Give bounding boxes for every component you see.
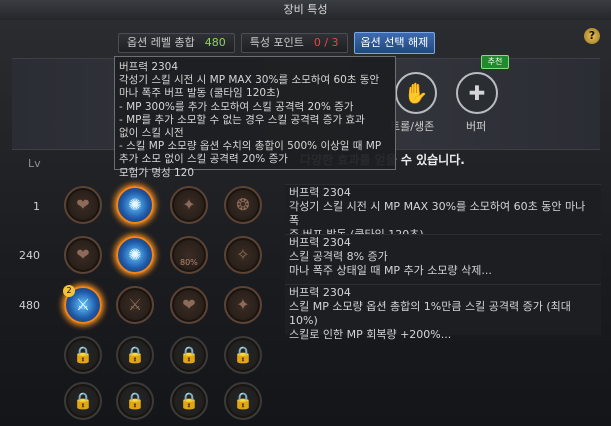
support-survival-icon[interactable]: ✋ (395, 72, 437, 114)
trait-node-heart-plus-icon[interactable]: ❤ (64, 236, 102, 274)
row-level: 1 (33, 200, 40, 213)
tooltip-line: 추가 소모 없이 스킬 공격력 20% 증가 (119, 153, 288, 166)
row-level: 240 (19, 249, 40, 262)
trait-tooltip: 버프력 2304 각성기 스킬 시전 시 MP MAX 30%를 소모하여 60… (114, 56, 396, 179)
category-label-support: 트롤/생존 (390, 120, 435, 133)
trait-node-burst-boost-icon[interactable]: ✺ (116, 236, 154, 274)
buffer-icon[interactable]: ✚ (456, 72, 498, 114)
option-level-value: 480 (204, 36, 226, 49)
trait-node-percent-icon[interactable]: 80% (170, 236, 208, 274)
option-level-total: 옵션 레벨 총합 480 (118, 33, 235, 53)
trait-node-mana-icon[interactable]: ✦ (170, 186, 208, 224)
desc-line: 스킬로 인한 MP 회복량 +200%... (289, 328, 452, 341)
help-icon[interactable]: ? (584, 28, 600, 44)
tooltip-line: 없이 스킬 시전 (119, 127, 184, 140)
locked-node-lock-icon: 🔒 (116, 336, 154, 374)
trait-node-sword-mana-icon[interactable]: ⚔ 2 (63, 285, 102, 324)
tooltip-line: 각성기 스킬 시전 시 MP MAX 30%를 소모하여 60초 동안 (119, 74, 380, 87)
tooltip-line: 버프력 2304 (119, 61, 179, 73)
level-column-header: Lv (28, 157, 41, 170)
desc-line: 마나 폭주 상태일 때 MP 추가 소모량 삭제... (289, 264, 492, 277)
locked-node-lock-icon: 🔒 (64, 382, 102, 420)
locked-node-lock-icon: 🔒 (64, 336, 102, 374)
desc-line: 버프력 2304 (289, 186, 351, 199)
desc-line: 버프력 2304 (289, 286, 351, 299)
locked-node-lock-icon: 🔒 (116, 382, 154, 420)
trait-node-flame-icon[interactable]: ✧ (224, 236, 262, 274)
category-label-buffer: 버퍼 (466, 120, 487, 133)
row-level: 480 (19, 299, 40, 312)
desc-line: 각성기 스킬 시전 시 MP MAX 30%를 소모하여 60초 동안 마나 폭 (289, 200, 586, 227)
tooltip-line: - 스킬 MP 소모량 옵션 수치의 총합이 500% 이상일 때 MP (119, 140, 382, 153)
reset-option-selection-button[interactable]: 옵션 선택 해제 (353, 32, 436, 54)
trait-node-orbs-icon[interactable]: ❂ (224, 186, 262, 224)
window-title-bar: 장비 특성 (0, 0, 611, 21)
tooltip-line: - MP를 추가 소모할 수 없는 경우 스킬 공격력 증가 효과 (119, 113, 365, 126)
locked-node-lock-icon: 🔒 (224, 336, 262, 374)
tooltip-line: 모험가 명성 120 (119, 166, 195, 179)
option-level-label: 옵션 레벨 총합 (127, 36, 195, 49)
trait-points-label: 특성 포인트 (249, 36, 304, 49)
desc-line: 스킬 공격력 8% 증가 (289, 250, 388, 263)
locked-node-lock-icon: 🔒 (170, 382, 208, 420)
locked-node-lock-icon: 🔒 (224, 382, 262, 420)
desc-line: 스킬 MP 소모량 옵션 총합의 1%만큼 스킬 공격력 증가 (최대 10%) (289, 300, 571, 327)
trait-points-value: 0 / 3 (313, 36, 339, 49)
trait-points: 특성 포인트 0 / 3 (240, 33, 348, 53)
window-title: 장비 특성 (283, 3, 328, 16)
locked-node-lock-icon: 🔒 (170, 336, 208, 374)
tooltip-line: - MP 300%를 추가 소모하여 스킬 공격력 20% 증가 (119, 100, 354, 113)
trait-node-mana-burst-icon[interactable]: ✺ (116, 186, 154, 224)
node-tag: 80% (180, 258, 198, 267)
tooltip-line: 마나 폭주 버프 발동 (쿨타임 120초) (119, 87, 280, 100)
trait-node-spark-icon[interactable]: ✦ (224, 286, 262, 324)
trait-node-swords-icon[interactable]: ⚔ (116, 286, 154, 324)
row-description: 버프력 2304 스킬 공격력 8% 증가 마나 폭주 상태일 때 MP 추가 … (289, 236, 589, 278)
row-description: 버프력 2304 스킬 MP 소모량 옵션 총합의 1%만큼 스킬 공격력 증가… (289, 286, 589, 342)
node-count: 2 (63, 285, 75, 297)
trait-node-heart-icon[interactable]: ❤ (64, 186, 102, 224)
recommended-badge: 추천 (481, 55, 509, 69)
desc-line: 버프력 2304 (289, 236, 351, 249)
top-stat-bar: 옵션 레벨 총합 480 특성 포인트 0 / 3 옵션 선택 해제 (118, 32, 436, 54)
trait-node-heart-shield-icon[interactable]: ❤ (170, 286, 208, 324)
